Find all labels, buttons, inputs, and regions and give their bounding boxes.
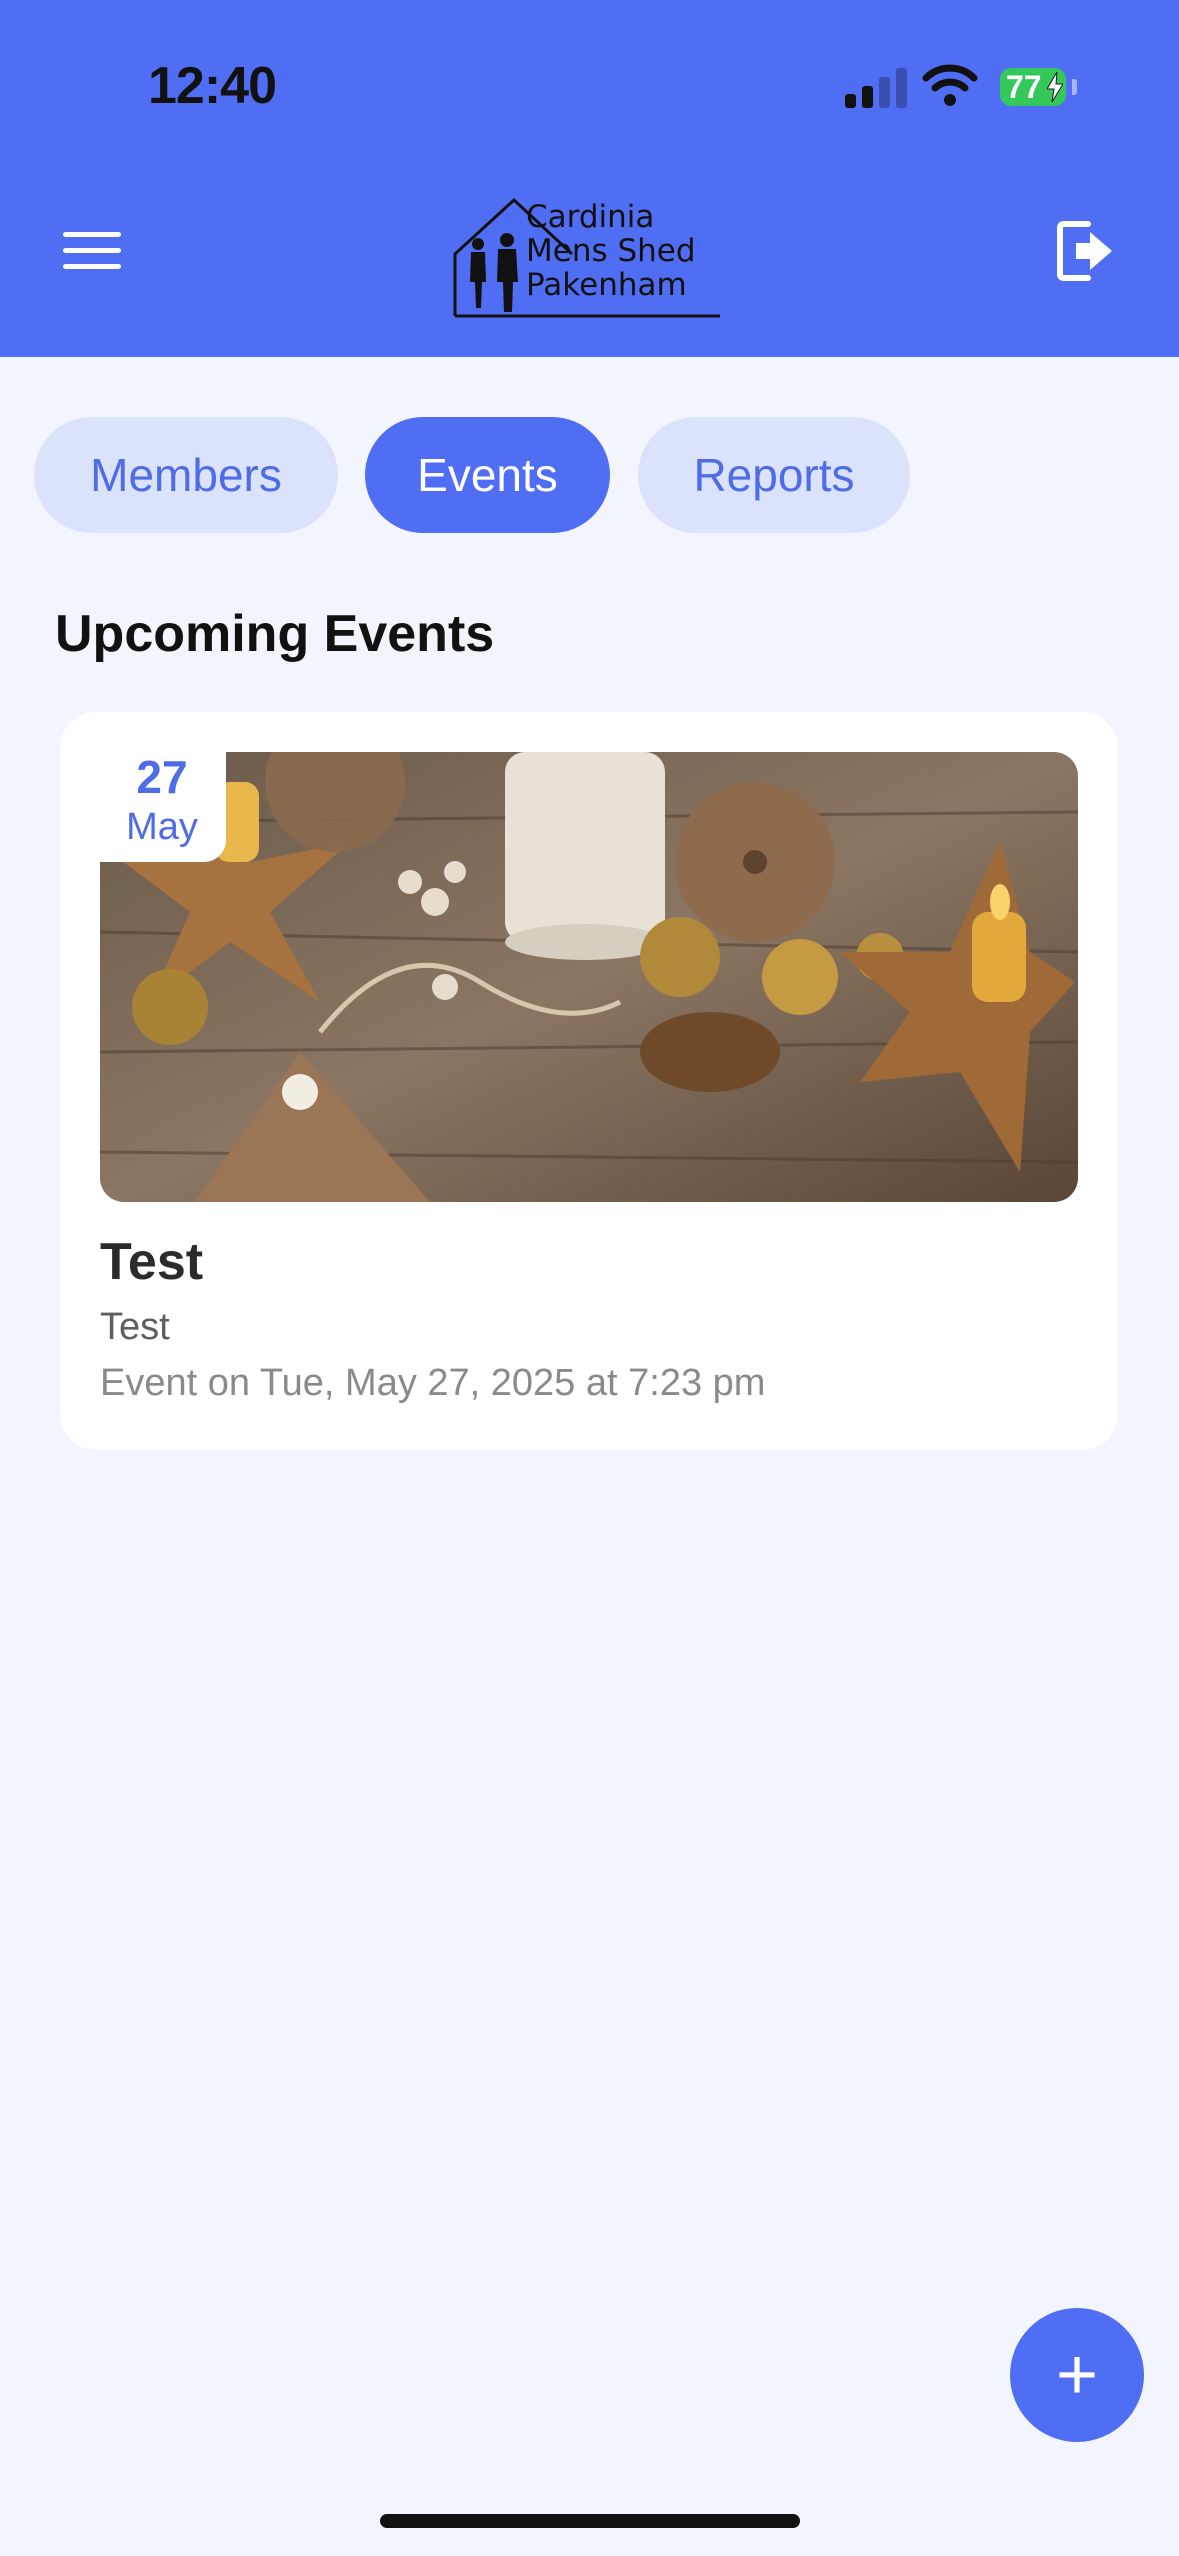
event-day: 27	[136, 751, 188, 803]
cellular-signal-icon	[845, 68, 907, 108]
tab-events[interactable]: Events	[365, 417, 610, 533]
add-event-button[interactable]: +	[1010, 2308, 1144, 2442]
tab-members[interactable]: Members	[34, 417, 338, 533]
event-image	[100, 752, 1078, 1202]
battery-cap	[1072, 79, 1077, 95]
logo-text: Cardinia Mens Shed Pakenham	[526, 199, 696, 303]
charging-bolt-icon	[1047, 72, 1063, 102]
status-time: 12:40	[148, 57, 277, 115]
event-datetime: Event on Tue, May 27, 2025 at 7:23 pm	[100, 1362, 766, 1404]
event-description: Test	[100, 1306, 170, 1348]
hamburger-icon[interactable]	[60, 226, 126, 272]
date-badge: 27 May	[98, 742, 226, 862]
section-title: Upcoming Events	[55, 605, 495, 663]
event-month: May	[126, 806, 198, 848]
tab-reports[interactable]: Reports	[638, 417, 910, 533]
home-indicator	[380, 2514, 800, 2528]
event-title: Test	[100, 1233, 204, 1291]
plus-icon: +	[1055, 2335, 1099, 2415]
logout-icon[interactable]	[1054, 218, 1116, 284]
wifi-icon	[922, 64, 978, 106]
